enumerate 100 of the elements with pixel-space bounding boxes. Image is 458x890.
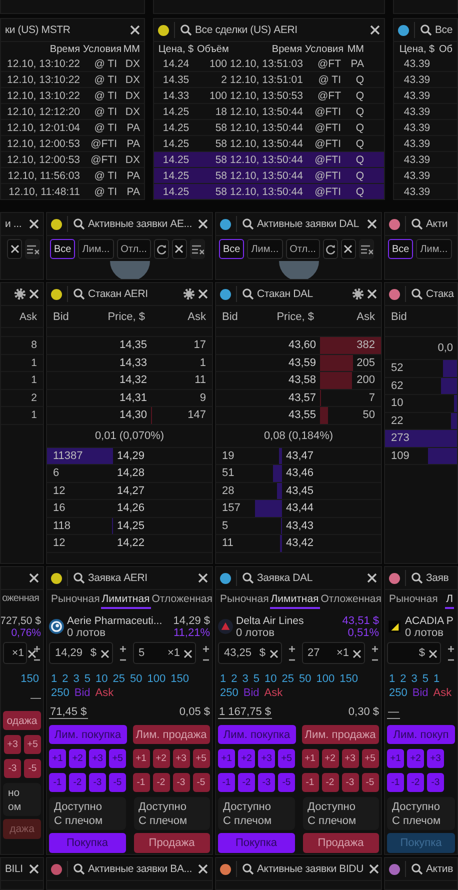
ask-price-link[interactable]: Ask	[264, 686, 283, 700]
limit-sell-button[interactable]: Лим. продажа	[302, 725, 379, 744]
quantity-preset[interactable]: 100	[147, 672, 166, 686]
quantity-step-button[interactable]: +3	[342, 749, 358, 768]
trade-row[interactable]: 14.25 58 12.10, 13:50:44 @FTI Q	[154, 184, 384, 199]
quantity-step-button[interactable]: +2	[322, 749, 338, 768]
quantity-preset[interactable]: 10	[264, 672, 277, 686]
quantity-preset[interactable]: 1	[434, 672, 440, 686]
quantity-step-button[interactable]: -3	[172, 773, 190, 792]
quantity-step-button[interactable]: +1	[132, 749, 150, 768]
trade-row[interactable]: 43.39	[394, 168, 457, 184]
quantity-preset[interactable]: 250	[389, 686, 408, 700]
trade-row[interactable]: 43.39	[394, 104, 457, 120]
trade-row[interactable]: 12.10, 13:10:22 @ TI DX	[1, 72, 144, 88]
trade-row[interactable]: 12.10, 12:00:53 @FTI DX	[1, 152, 144, 168]
quantity-preset[interactable]: 50	[299, 672, 312, 686]
trade-row[interactable]: 14.25 18 12.10, 13:50:44 @FTI Q	[154, 104, 384, 120]
quantity-step-button[interactable]: +5	[24, 735, 41, 754]
order-type-tab[interactable]: Рыночная	[219, 590, 270, 609]
trade-row[interactable]: 12.10, 12:01:04 @ TI PA	[1, 120, 144, 136]
quantity-step-button[interactable]: -5	[362, 773, 378, 792]
filter-tab[interactable]: Лим...	[78, 239, 114, 259]
trade-row[interactable]: 14.25 58 12.10, 13:50:44 @FTI Q	[154, 120, 384, 136]
trade-row[interactable]: 14.25 58 12.10, 13:50:44 @FTI Q	[154, 168, 384, 184]
trade-row[interactable]: 14.33 100 12.10, 13:50:53 @FT Q	[154, 88, 384, 104]
quantity-preset[interactable]: 2	[231, 672, 238, 686]
trade-row[interactable]: 12.10, 11:48:11 @ TI PA	[1, 184, 144, 199]
quantity-preset[interactable]: 5	[253, 672, 260, 686]
trade-row[interactable]: 43.39	[394, 152, 457, 168]
quantity-field[interactable]: 5 ×1	[132, 642, 196, 664]
quantity-preset[interactable]: 250	[220, 686, 238, 700]
quantity-preset[interactable]: 3	[73, 672, 80, 686]
quantity-preset[interactable]: 2	[62, 672, 68, 686]
quantity-preset[interactable]: 150	[170, 672, 189, 686]
quantity-step-button[interactable]: -5	[192, 773, 210, 792]
quantity-step-button[interactable]: -1	[302, 773, 318, 792]
filter-tab[interactable]: Все	[388, 239, 414, 259]
trade-row[interactable]: 12.10, 13:10:22 @ TI DX	[1, 88, 144, 104]
ask-price-link[interactable]: Ask	[433, 686, 452, 700]
quantity-preset[interactable]: 1	[389, 672, 396, 686]
quantity-step-button[interactable]: +3	[172, 749, 190, 768]
filter-tab[interactable]: Отл...	[286, 239, 320, 259]
quantity-preset[interactable]: 25	[112, 672, 125, 686]
order-type-tab[interactable]: Лимитная	[100, 590, 151, 609]
quantity-preset[interactable]: 5	[422, 672, 428, 686]
trade-row[interactable]: 43.39	[394, 120, 457, 136]
quantity-step-button[interactable]: -2	[152, 773, 170, 792]
sell-button[interactable]: Продажа	[134, 833, 210, 853]
order-type-tab[interactable]: Рыночная	[50, 590, 101, 609]
quantity-step-button[interactable]: -2	[322, 773, 338, 792]
trade-row[interactable]: 43.39	[394, 136, 457, 152]
price-field[interactable]: 14,29 $	[49, 642, 112, 664]
quantity-preset[interactable]: 150	[20, 672, 39, 686]
trade-row[interactable]: 14.24 100 12.10, 13:51:03 @FT PA	[154, 56, 384, 72]
order-type-tab[interactable]: оженная	[1, 590, 40, 609]
trade-row[interactable]: 43.39	[394, 88, 457, 104]
quantity-step-button[interactable]: +5	[192, 749, 210, 768]
sell-button[interactable]: Продажа	[302, 833, 379, 853]
trade-row[interactable]: 43.39	[394, 184, 457, 199]
quantity-preset[interactable]: 1	[51, 672, 58, 686]
trade-row[interactable]: 12.10, 12:00:53 @FTI PA	[1, 136, 144, 152]
quantity-preset[interactable]: 3	[411, 672, 418, 686]
ask-price-link[interactable]: Ask	[95, 686, 114, 700]
trade-row[interactable]: 14.35 2 12.10, 13:51:01 @ TI Q	[154, 72, 384, 88]
filter-tab[interactable]: Лим...	[416, 239, 452, 259]
price-field[interactable]: 43,25 $	[218, 642, 282, 664]
quantity-field[interactable]: 27 ×1	[302, 642, 365, 664]
trade-row[interactable]: 43.39	[394, 72, 457, 88]
trade-row[interactable]: 43.39	[394, 56, 457, 72]
quantity-preset[interactable]: 1	[220, 672, 226, 686]
price-field[interactable]: $	[387, 642, 441, 664]
limit-sell-button[interactable]: одажа	[3, 711, 41, 730]
quantity-step-button[interactable]: +3	[4, 735, 21, 754]
trade-row[interactable]: 12.10, 12:12:20 @ TI DX	[1, 104, 144, 120]
quantity-preset[interactable]: 50	[130, 672, 142, 686]
quantity-step-button[interactable]: -3	[342, 773, 358, 792]
quantity-preset[interactable]: 10	[96, 672, 108, 686]
trade-row[interactable]: 12.10, 13:10:22 @ TI DX	[1, 56, 144, 72]
quantity-preset[interactable]: 2	[400, 672, 406, 686]
filter-tab[interactable]: Лим...	[247, 239, 283, 259]
limit-sell-button[interactable]: Лим. продажа	[132, 725, 210, 744]
filter-tab[interactable]: Все	[219, 239, 244, 259]
quantity-preset[interactable]: 5	[84, 672, 90, 686]
quantity-step-button[interactable]: -5	[24, 759, 41, 778]
quantity-preset[interactable]: 25	[282, 672, 294, 686]
order-type-tab[interactable]: Рыночная	[388, 590, 439, 609]
quantity-step-button[interactable]: +1	[302, 749, 318, 768]
quantity-preset[interactable]: 100	[316, 672, 335, 686]
quantity-step-button[interactable]: -1	[132, 773, 150, 792]
quantity-step-button[interactable]: -3	[4, 759, 21, 778]
quantity-preset[interactable]: 3	[242, 672, 248, 686]
order-type-tab[interactable]: Лимитная	[270, 590, 320, 609]
quantity-step-button[interactable]: +5	[362, 749, 378, 768]
filter-tab[interactable]: Все	[50, 239, 76, 259]
quantity-preset[interactable]: 150	[340, 672, 358, 686]
order-type-tab[interactable]: Отложенная	[320, 590, 381, 609]
order-type-tab[interactable]: Отложенная	[150, 590, 212, 609]
trade-row[interactable]: 14.25 58 12.10, 13:50:44 @FTI Q	[154, 152, 384, 168]
filter-tab[interactable]: Отл...	[116, 239, 151, 259]
trade-row[interactable]: 12.10, 11:56:03 @ TI PA	[1, 168, 144, 184]
